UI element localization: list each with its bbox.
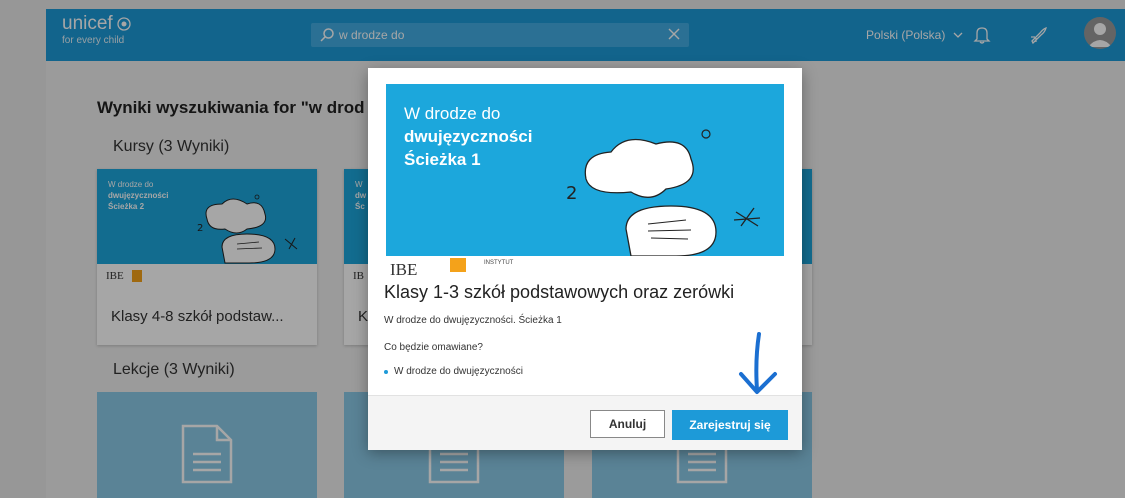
modal-footer: Anuluj Zarejestruj się bbox=[368, 395, 802, 450]
speech-bubbles-illustration: 2 bbox=[566, 129, 761, 256]
bullet-dot bbox=[384, 369, 388, 374]
modal-subtitle: W drodze do dwujęzyczności. Ścieżka 1 bbox=[384, 315, 562, 326]
modal-title: Klasy 1-3 szkół podstawowych oraz zerówk… bbox=[384, 282, 739, 303]
ibe-mark-icon bbox=[450, 258, 466, 272]
institute-label: INSTYTUT bbox=[484, 260, 514, 266]
ibe-logo: IBE bbox=[390, 260, 418, 279]
topic-label: W drodze do dwujęzyczności bbox=[394, 366, 523, 377]
modal-question: Co będzie omawiane? bbox=[384, 342, 483, 353]
modal-thumbnail: W drodze do dwujęzyczności Ścieżka 1 2 bbox=[386, 84, 784, 256]
register-button[interactable]: Zarejestruj się bbox=[672, 410, 788, 440]
arrow-down-annotation-icon bbox=[739, 332, 777, 394]
svg-text:2: 2 bbox=[566, 183, 577, 204]
cancel-button[interactable]: Anuluj bbox=[590, 410, 665, 438]
modal-topic-item: W drodze do dwujęzyczności bbox=[384, 366, 523, 377]
